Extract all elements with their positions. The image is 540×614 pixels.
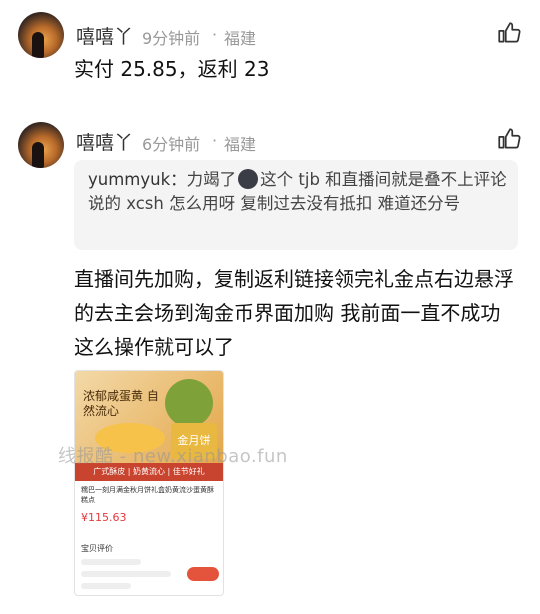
product-title: 糯巴一刻月满金秋月饼礼盒奶黄流沙蛋黄酥糕点	[81, 486, 214, 504]
review-line	[81, 571, 171, 577]
quoted-reply[interactable]: yummyuk：力竭了 这个 tjb 和直播间就是叠不上评论说的 xcsh 怎么用…	[74, 160, 518, 250]
durian-image	[165, 379, 213, 427]
watermark: 线报酷 - new.xianbao.fun	[58, 446, 288, 467]
quote-text: yummyuk：力竭了 这个 tjb 和直播间就是叠不上评论说的 xcsh 怎么用…	[88, 168, 508, 216]
main-venue-button	[187, 567, 219, 581]
comment-text: 直播间先加购，复制返利链接领完礼金点右边悬浮的去主会场到淘金币界面加购 我前面一…	[74, 267, 514, 359]
comment-time: 6分钟前	[142, 135, 201, 154]
comment-2: 嘻嘻丫 6分钟前 · 福建 yummyuk：力竭了 这个 tjb 和直播间就是叠不…	[0, 0, 540, 614]
review-section-title: 宝贝评价	[81, 544, 113, 553]
dark-face-emoji-icon	[238, 169, 259, 189]
comment-location: 福建	[224, 135, 257, 154]
quote-text-a: 力竭了	[186, 170, 237, 189]
attached-image[interactable]: 浓郁咸蛋黄 自然流心 金月饼 广式酥皮 | 奶黄流心 | 佳节好礼 糯巴一刻月满…	[74, 370, 224, 596]
review-line	[81, 583, 131, 589]
meta-separator: ·	[212, 131, 218, 150]
avatar[interactable]	[18, 122, 64, 168]
quote-user[interactable]: yummyuk：	[88, 170, 187, 189]
thumbs-up-icon[interactable]	[496, 126, 522, 152]
review-line	[81, 559, 141, 565]
comment-author[interactable]: 嘻嘻丫	[76, 128, 133, 155]
banner-text: 浓郁咸蛋黄 自然流心	[83, 389, 159, 418]
product-price: ¥115.63	[81, 511, 127, 524]
